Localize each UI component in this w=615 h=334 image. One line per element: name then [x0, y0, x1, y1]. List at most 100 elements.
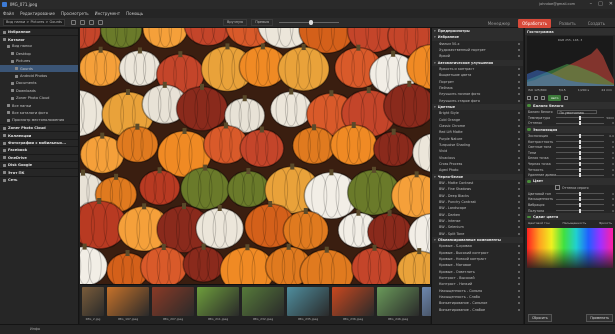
favorite-icon[interactable]	[518, 220, 520, 222]
menu-view[interactable]: Просмотреть	[61, 11, 89, 16]
slider-track[interactable]	[556, 173, 604, 178]
favorite-icon[interactable]	[518, 55, 520, 58]
tab-manager[interactable]: Менеджер	[484, 19, 514, 28]
filter-icon[interactable]	[98, 20, 103, 25]
favorite-icon[interactable]	[518, 276, 520, 279]
menu-edit[interactable]: Редактирование	[20, 11, 55, 16]
sort-select[interactable]: Вручную	[223, 19, 248, 26]
favorite-icon[interactable]	[518, 118, 520, 121]
favorite-icon[interactable]	[518, 169, 520, 172]
favorite-icon[interactable]	[518, 264, 520, 267]
tree-item[interactable]: Disk Google	[0, 161, 78, 168]
slider-handle[interactable]	[579, 173, 581, 178]
slider-handle[interactable]	[579, 156, 581, 161]
favorite-icon[interactable]	[518, 74, 520, 77]
compare-icon[interactable]	[564, 95, 569, 100]
favorite-icon[interactable]	[518, 226, 520, 229]
histogram-header[interactable]: Гистограмма	[525, 28, 615, 35]
slider-track[interactable]	[556, 133, 604, 138]
slider-handle[interactable]	[579, 133, 581, 138]
slider-track[interactable]	[556, 191, 604, 196]
favorite-icon[interactable]	[518, 257, 520, 260]
slider-handle[interactable]	[579, 167, 581, 172]
tree-item[interactable]: Gourds	[0, 64, 78, 73]
tree-item[interactable]: Zoner Photo Cloud	[0, 95, 78, 102]
tree-item[interactable]: Documents	[0, 80, 78, 87]
favorite-icon[interactable]	[518, 137, 520, 140]
gradient-icon[interactable]	[541, 95, 545, 100]
favorite-icon[interactable]	[518, 245, 520, 248]
favorite-icon[interactable]	[518, 270, 520, 273]
slider-value[interactable]: 0.0	[604, 134, 614, 138]
slider-value[interactable]: 0	[604, 145, 614, 149]
favorite-icon[interactable]	[518, 80, 520, 83]
filmstrip-thumbnail[interactable]: IMG_211.jpeg	[197, 287, 239, 322]
favorite-icon[interactable]	[518, 144, 520, 147]
filmstrip-thumbnail[interactable]: IMG_235.jpeg	[287, 287, 329, 322]
tree-item[interactable]: Каталог	[0, 35, 78, 42]
up-icon[interactable]	[89, 20, 94, 25]
crop-icon[interactable]	[527, 95, 531, 100]
slider-handle[interactable]	[579, 139, 581, 144]
favorite-icon[interactable]	[518, 251, 520, 254]
slider-value[interactable]: 0	[604, 156, 614, 160]
slider-track[interactable]	[556, 139, 604, 144]
tree-item[interactable]: Сеть	[0, 175, 78, 183]
slider-handle[interactable]	[579, 161, 581, 166]
favorite-icon[interactable]	[518, 42, 520, 45]
tree-item[interactable]: Zoner Photo Cloud	[0, 124, 78, 131]
favorite-icon[interactable]	[518, 99, 520, 102]
favorite-icon[interactable]	[518, 150, 520, 153]
slider-value[interactable]: 0	[604, 197, 614, 201]
exposure-header[interactable]: Экспозиция	[525, 126, 615, 134]
slider-track[interactable]	[556, 115, 604, 120]
favorite-icon[interactable]	[518, 87, 520, 90]
tree-item[interactable]: Все каталоги фото	[0, 109, 78, 116]
favorite-icon[interactable]	[518, 112, 520, 115]
white-balance-header[interactable]: Баланс белого	[525, 102, 615, 109]
slider-value[interactable]: 0	[604, 209, 614, 213]
tab-edit[interactable]: Развить	[555, 19, 580, 28]
slider-track[interactable]	[556, 150, 604, 155]
view-select[interactable]: Превью	[251, 19, 274, 26]
filmstrip-thumbnail[interactable]: IMG_207.jpeg	[152, 287, 194, 322]
tree-item[interactable]: Facebook	[0, 146, 78, 153]
favorite-icon[interactable]	[518, 201, 520, 204]
tree-item[interactable]: Все папки	[0, 102, 78, 109]
favorite-icon[interactable]	[518, 232, 520, 235]
brush-icon[interactable]	[534, 95, 538, 100]
tree-item[interactable]: Фотографии с мобильных...	[0, 138, 78, 146]
favorite-icon[interactable]	[518, 213, 520, 216]
slider-track[interactable]	[556, 202, 604, 207]
favorite-icon[interactable]	[518, 182, 520, 185]
user-account[interactable]: johndoe@gmail.com	[539, 2, 575, 6]
color-header[interactable]: Цвет	[525, 177, 615, 185]
favorite-icon[interactable]	[518, 289, 520, 292]
wb-preset-select[interactable]: По умолчанию	[556, 109, 597, 115]
filmstrip-thumbnail[interactable]: IMG_197.jpeg	[107, 287, 149, 322]
tree-item[interactable]: Избранное	[0, 28, 78, 35]
slider-handle[interactable]	[579, 202, 581, 207]
exposure-toggle[interactable]	[527, 128, 531, 131]
tree-item[interactable]: Desktop	[0, 50, 78, 57]
white-balance-toggle[interactable]	[527, 104, 531, 107]
slider-value[interactable]: 0	[604, 173, 614, 177]
slider-track[interactable]	[556, 197, 604, 202]
tab-create[interactable]: Создать	[584, 19, 609, 28]
favorite-icon[interactable]	[518, 93, 520, 96]
minimize-icon[interactable]: –	[590, 1, 593, 8]
slider-value[interactable]: 0	[604, 140, 614, 144]
slider-handle[interactable]	[579, 145, 581, 150]
favorite-icon[interactable]	[518, 125, 520, 128]
color-shift-toggle[interactable]	[527, 215, 531, 219]
menu-help[interactable]: Помощь	[126, 11, 143, 16]
color-shift-spectrum[interactable]	[527, 228, 613, 269]
tab-develop[interactable]: Обработать	[518, 18, 552, 28]
cs-tab-lightness[interactable]: Яркость	[599, 221, 612, 225]
favorite-icon[interactable]	[518, 302, 520, 305]
slider-handle[interactable]	[579, 121, 581, 126]
favorite-icon[interactable]	[518, 156, 520, 159]
slider-handle[interactable]	[579, 208, 581, 213]
image-preview[interactable]	[80, 28, 430, 284]
slider-handle[interactable]	[579, 197, 581, 202]
